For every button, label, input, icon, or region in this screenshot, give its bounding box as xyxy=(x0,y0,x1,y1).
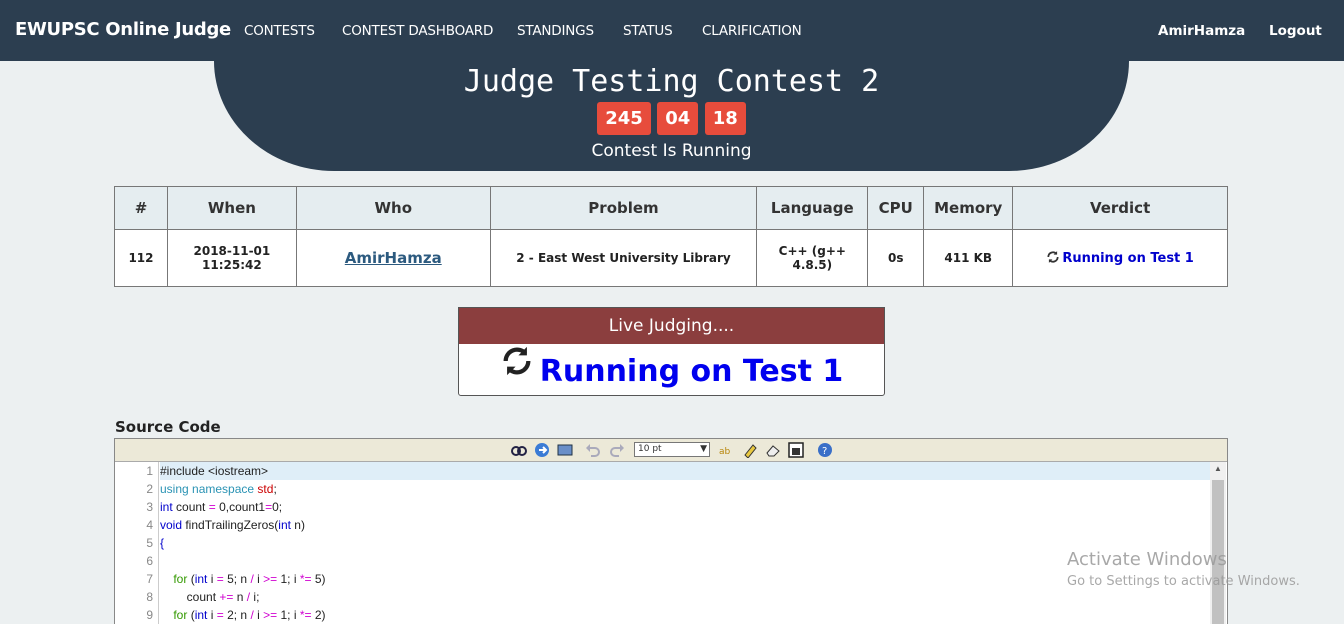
line-number-gutter: 1 2 3 4 5 6 7 8 9 xyxy=(115,462,159,624)
col-who: Who xyxy=(295,186,491,230)
svg-text:?: ? xyxy=(822,446,827,457)
line-number: 9 xyxy=(146,608,153,622)
code-line: void findTrailingZeros(int n) xyxy=(160,518,305,532)
live-judging-panel: Live Judging.... Running on Test 1 xyxy=(458,307,885,396)
nav-contests[interactable]: CONTESTS xyxy=(244,23,315,39)
spellcheck-icon[interactable]: ab xyxy=(719,442,735,458)
nav-logout[interactable]: Logout xyxy=(1269,23,1322,39)
line-number: 5 xyxy=(146,536,153,550)
line-number: 8 xyxy=(146,590,153,604)
cell-id: 112 xyxy=(114,229,168,287)
code-line: count += n / i; xyxy=(160,590,260,604)
contest-status: Contest Is Running xyxy=(591,141,752,161)
contest-title: Judge Testing Contest 2 xyxy=(463,64,880,99)
redo-icon[interactable] xyxy=(609,442,625,458)
user-link[interactable]: AmirHamza xyxy=(345,249,442,267)
table-row: 112 2018-11-01 11:25:42 AmirHamza 2 - Ea… xyxy=(114,229,1228,287)
timer-minutes: 04 xyxy=(657,102,699,135)
nav-status[interactable]: STATUS xyxy=(623,23,673,39)
editor-toolbar: 10 pt ab ? xyxy=(115,439,1227,462)
highlight-icon[interactable] xyxy=(742,442,758,459)
cell-memory: 411 KB xyxy=(923,229,1014,287)
col-verdict: Verdict xyxy=(1012,186,1228,230)
code-line: using namespace std; xyxy=(160,482,277,496)
line-number: 7 xyxy=(146,572,153,586)
table-header-row: # When Who Problem Language CPU Memory V… xyxy=(114,186,1228,230)
code-area[interactable]: #include <iostream> using namespace std;… xyxy=(160,462,1210,624)
timer-hours: 245 xyxy=(597,102,651,135)
fullscreen-icon[interactable] xyxy=(557,442,573,458)
cell-cpu: 0s xyxy=(867,229,925,287)
live-judging-title: Live Judging.... xyxy=(459,308,884,344)
code-line: int count = 0,count1=0; xyxy=(160,500,283,514)
col-cpu: CPU xyxy=(867,186,925,230)
cell-when-date: 2018-11-01 xyxy=(193,244,271,258)
code-editor[interactable]: 10 pt ab ? 1 2 3 4 5 6 7 8 9 #include <i… xyxy=(114,438,1228,624)
col-when: When xyxy=(166,186,297,230)
col-problem: Problem xyxy=(489,186,758,230)
undo-icon[interactable] xyxy=(585,442,601,458)
timer-seconds: 18 xyxy=(704,102,746,135)
top-navbar: EWUPSC Online Judge CONTESTS CONTEST DAS… xyxy=(0,0,1344,61)
line-number: 1 xyxy=(146,464,153,478)
code-line: for (int i = 2; n / i >= 1; i *= 2) xyxy=(173,608,326,622)
source-code-label: Source Code xyxy=(115,418,221,436)
goto-icon[interactable] xyxy=(534,442,550,458)
cell-who: AmirHamza xyxy=(295,229,491,287)
font-size-select[interactable]: 10 pt xyxy=(634,442,710,457)
watermark-subtitle: Go to Settings to activate Windows. xyxy=(1067,574,1300,589)
watermark-title: Activate Windows xyxy=(1067,549,1227,570)
nav-contest-dashboard[interactable]: CONTEST DASHBOARD xyxy=(342,23,493,39)
cell-when-time: 11:25:42 xyxy=(202,258,262,272)
code-line: for (int i = 5; n / i >= 1; i *= 5) xyxy=(173,572,326,586)
scroll-up-icon[interactable]: ▲ xyxy=(1210,464,1226,476)
window-icon[interactable] xyxy=(788,442,804,458)
search-icon[interactable] xyxy=(511,442,527,458)
line-number: 2 xyxy=(146,482,153,496)
cell-language: C++ (g++ 4.8.5) xyxy=(756,229,869,287)
live-judging-body: Running on Test 1 xyxy=(459,344,884,396)
verdict-text: Running on Test 1 xyxy=(1062,250,1194,266)
refresh-icon xyxy=(1046,250,1060,267)
eraser-icon[interactable] xyxy=(765,442,781,458)
brand-logo-text[interactable]: EWUPSC Online Judge xyxy=(15,19,231,40)
svg-text:ab: ab xyxy=(719,447,731,457)
line-number: 4 xyxy=(146,518,153,532)
line-number: 3 xyxy=(146,500,153,514)
nav-user[interactable]: AmirHamza xyxy=(1158,23,1245,39)
live-verdict-text: Running on Test 1 xyxy=(539,354,844,389)
contest-banner: Judge Testing Contest 2 245 04 18 Contes… xyxy=(214,60,1129,171)
code-line: #include <iostream> xyxy=(160,462,1210,480)
col-id: # xyxy=(114,186,168,230)
nav-clarification[interactable]: CLARIFICATION xyxy=(702,23,802,39)
code-line: { xyxy=(160,536,165,550)
col-language: Language xyxy=(756,186,869,230)
submission-table: # When Who Problem Language CPU Memory V… xyxy=(114,186,1228,287)
vertical-scrollbar[interactable]: ▲ xyxy=(1210,462,1226,624)
nav-standings[interactable]: STANDINGS xyxy=(517,23,594,39)
help-icon[interactable]: ? xyxy=(817,442,833,458)
countdown-timer: 245 04 18 xyxy=(214,102,1129,135)
cell-problem[interactable]: 2 - East West University Library xyxy=(489,229,758,287)
refresh-icon xyxy=(500,344,534,400)
line-number: 6 xyxy=(146,554,153,568)
cell-when: 2018-11-01 11:25:42 xyxy=(166,229,297,287)
cell-verdict: Running on Test 1 xyxy=(1012,229,1228,287)
col-memory: Memory xyxy=(923,186,1014,230)
